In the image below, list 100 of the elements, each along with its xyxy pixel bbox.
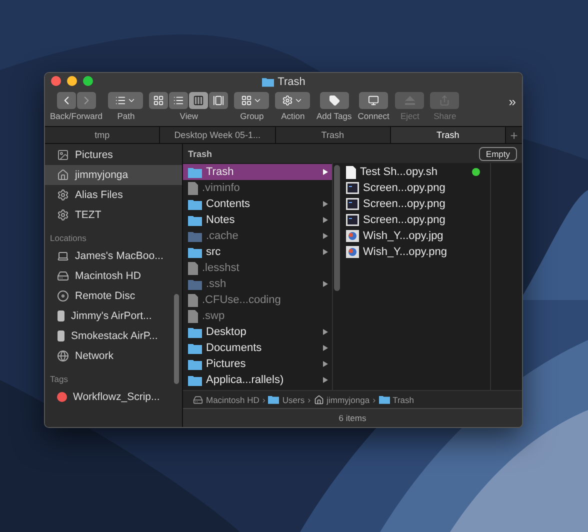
path-separator: ›: [308, 394, 311, 404]
folder-icon: [188, 214, 202, 226]
file-row[interactable]: Trash: [183, 164, 332, 180]
folder-icon: [262, 76, 274, 86]
sidebar-item[interactable]: TEZT: [45, 205, 182, 225]
back-button[interactable]: [56, 92, 76, 109]
file-row[interactable]: .swp: [183, 308, 332, 324]
globe-icon: [57, 350, 69, 362]
scrollbar[interactable]: [174, 294, 179, 384]
folder-icon: [188, 326, 202, 338]
path-item[interactable]: Macintosh HD: [193, 394, 260, 404]
sidebar-item[interactable]: Alias Files: [45, 185, 182, 205]
gear-icon: [282, 95, 294, 106]
list-icon: [115, 95, 126, 106]
path-item[interactable]: Trash: [378, 394, 414, 404]
hard-drive-icon: [193, 394, 203, 404]
action-button[interactable]: [275, 92, 310, 109]
gallery-icon: [213, 95, 224, 106]
file-row[interactable]: .cache: [183, 228, 332, 244]
tab[interactable]: Trash: [390, 127, 506, 143]
folder-icon: [188, 278, 202, 290]
gear-icon: [57, 209, 69, 221]
path-item-label: jimmyjonga: [326, 394, 370, 404]
add-tags-button[interactable]: [320, 92, 349, 109]
monitor-icon: [368, 95, 380, 106]
tab[interactable]: Desktop Week 05-1...: [160, 127, 276, 143]
sidebar-item[interactable]: Pictures: [45, 145, 182, 165]
view-mode-button[interactable]: [189, 92, 208, 109]
sidebar-item-label: jimmyjonga: [75, 169, 128, 181]
toolbar-label: Path: [117, 111, 135, 121]
toolbar-label: Eject: [400, 111, 420, 121]
file-icon: [188, 310, 198, 322]
hard-drive-icon: [57, 270, 69, 282]
toolbar-overflow-button[interactable]: »: [508, 92, 516, 109]
file-row[interactable]: .viminfo: [183, 180, 332, 196]
file-name: Wish_Y...opy.png: [363, 246, 448, 258]
sidebar-item[interactable]: Macintosh HD: [45, 266, 182, 286]
file-row[interactable]: .CFUse...coding: [183, 292, 332, 308]
home-icon: [57, 169, 69, 181]
folder-icon: [378, 395, 390, 404]
file-row[interactable]: Contents: [183, 196, 332, 212]
new-tab-button[interactable]: +: [506, 127, 522, 143]
file-row[interactable]: .lesshst: [183, 260, 332, 276]
tab[interactable]: Trash: [276, 127, 391, 143]
sidebar-item[interactable]: Network: [45, 346, 182, 366]
disc-icon: [57, 290, 69, 302]
sidebar-item[interactable]: Smokestack AirP...: [45, 326, 182, 346]
sidebar-item[interactable]: Workflowz_Scrip...: [45, 387, 182, 407]
file-row[interactable]: Wish_Y...opy.jpg: [341, 228, 490, 244]
file-name: Wish_Y...opy.jpg: [363, 230, 444, 242]
caret-icon: [253, 96, 262, 105]
screenshot-icon: [346, 214, 359, 226]
tab[interactable]: tmp: [45, 127, 160, 143]
image-thumbnail-icon: [346, 230, 359, 242]
view-mode-button[interactable]: [149, 92, 168, 109]
file-row[interactable]: Desktop: [183, 324, 332, 340]
file-row[interactable]: Pictures: [183, 356, 332, 372]
file-icon: [346, 166, 356, 178]
file-row[interactable]: Documents: [183, 340, 332, 356]
connect-button[interactable]: [359, 92, 388, 109]
file-row[interactable]: Notes: [183, 212, 332, 228]
file-row[interactable]: .ssh: [183, 276, 332, 292]
drive-icon: [57, 310, 65, 322]
path-item[interactable]: Users: [268, 394, 305, 404]
scrollbar[interactable]: [334, 165, 340, 291]
file-name: Contents: [206, 198, 252, 210]
path-item-label: Macintosh HD: [206, 394, 260, 404]
zoom-button[interactable]: [83, 76, 93, 86]
caret-icon: [127, 96, 136, 105]
file-row[interactable]: Applica...rallels): [183, 372, 332, 388]
file-name: Test Sh...opy.sh: [360, 166, 438, 178]
folder-icon: [188, 374, 202, 386]
file-row[interactable]: Screen...opy.png: [341, 180, 490, 196]
group-button[interactable]: [234, 92, 270, 109]
file-row[interactable]: Screen...opy.png: [341, 212, 490, 228]
file-name: .cache: [206, 230, 240, 242]
file-name: Applica...rallels): [206, 374, 285, 386]
sidebar-item[interactable]: Remote Disc: [45, 286, 182, 306]
sidebar-item[interactable]: Jimmy's AirPort...: [45, 306, 182, 326]
file-row[interactable]: Screen...opy.png: [341, 196, 490, 212]
file-row[interactable]: src: [183, 244, 332, 260]
minimize-button[interactable]: [67, 76, 77, 86]
file-row[interactable]: Wish_Y...opy.png: [341, 244, 490, 260]
forward-button[interactable]: [76, 92, 96, 109]
sidebar-item[interactable]: James's MacBoo...: [45, 246, 182, 266]
drive-icon: [57, 330, 65, 342]
view-mode-button[interactable]: [209, 92, 228, 109]
path-item[interactable]: jimmyjonga: [314, 394, 370, 404]
file-row[interactable]: Test Sh...opy.sh: [341, 164, 490, 180]
sidebar-item[interactable]: jimmyjonga: [45, 165, 182, 185]
empty-trash-button[interactable]: Empty: [478, 146, 517, 160]
sidebar-heading: Tags: [49, 373, 69, 386]
sidebar-item-label: Remote Disc: [75, 290, 136, 302]
sidebar-item-label: Network: [75, 350, 114, 362]
sidebar-item-label: Workflowz_Scrip...: [73, 391, 160, 403]
path-button[interactable]: [108, 92, 144, 109]
sidebar-item-label: James's MacBoo...: [75, 250, 164, 262]
folder-icon: [188, 230, 202, 242]
close-button[interactable]: [51, 76, 61, 86]
view-mode-button[interactable]: [169, 92, 188, 109]
